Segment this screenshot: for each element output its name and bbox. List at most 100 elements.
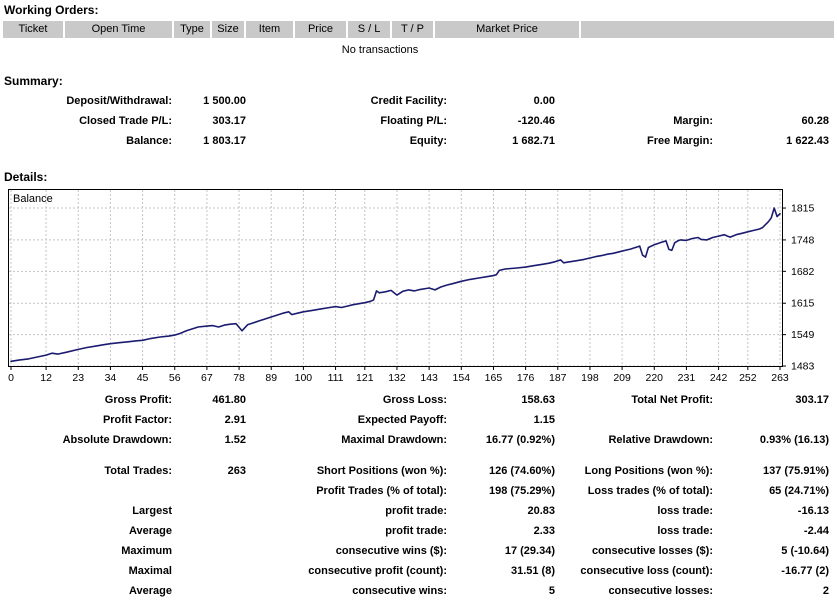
- stat-value: 137 (75.91%): [762, 465, 829, 477]
- stat-value: 2.91: [224, 414, 246, 426]
- x-axis-tick-label: 209: [613, 372, 631, 384]
- x-axis-tick-label: 220: [646, 372, 664, 384]
- stat-value: 5: [548, 585, 555, 597]
- stat-label: [555, 91, 713, 111]
- stat-value: -16.13: [797, 505, 829, 517]
- stat-label: consecutive wins ($):: [335, 545, 447, 557]
- x-axis-tick-label: 111: [328, 372, 344, 384]
- stat-value: -16.77 (2): [781, 565, 829, 577]
- stats-row: Deposit/Withdrawal: 1 500.00 Credit Facili…: [0, 91, 837, 111]
- stat-value: 31.51 (8): [510, 565, 555, 577]
- stat-value: [172, 581, 246, 601]
- stat-label: Loss trades (% of total):: [587, 485, 713, 497]
- stat-label: Gross Profit:: [104, 394, 172, 406]
- stats-row: Closed Trade P/L: 303.17 Floating P/L: -120…: [0, 111, 837, 131]
- stat-label: Deposit/Withdrawal:: [66, 95, 172, 107]
- stat-value: 461.80: [212, 394, 246, 406]
- stat-label: Expected Payoff:: [357, 414, 447, 426]
- column-header-size: Size: [212, 21, 244, 38]
- stat-label: Balance:: [126, 135, 172, 147]
- stat-label: loss trade:: [657, 505, 713, 517]
- x-axis-tick-label: 56: [169, 372, 181, 384]
- x-axis-tick-label: 89: [265, 372, 277, 384]
- stat-value: 126 (74.60%): [488, 465, 555, 477]
- stat-label: Short Positions (won %):: [316, 465, 447, 477]
- stat-label: Closed Trade P/L:: [79, 115, 172, 127]
- stat-value: 5 (-10.64): [781, 545, 829, 557]
- x-axis-tick-label: 176: [517, 372, 535, 384]
- x-axis-tick-label: 143: [420, 372, 438, 384]
- stat-label: Largest: [132, 505, 172, 517]
- stat-value: [172, 561, 246, 581]
- stat-label: consecutive losses:: [608, 585, 713, 597]
- stats-row: Maximal consecutive profit (count): 31.51 …: [0, 561, 837, 581]
- stats-row: Average consecutive wins: 5 consecutive los…: [0, 581, 837, 601]
- details-rows: Gross Profit: 461.80 Gross Loss: 158.63 Tota…: [0, 390, 837, 601]
- chart-legend-label: Balance: [13, 193, 53, 205]
- stat-value: 20.83: [527, 505, 555, 517]
- working-orders-header-row: Ticket Open Time Type Size Item Price S / LT /…: [3, 21, 834, 38]
- stat-label: Average: [128, 585, 172, 597]
- stat-label: loss trade:: [657, 525, 713, 537]
- stat-value: [172, 541, 246, 561]
- y-axis-tick-label: 1815: [791, 203, 815, 215]
- x-axis-tick-label: 231: [678, 372, 696, 384]
- x-axis-tick-label: 242: [710, 372, 728, 384]
- stat-value: 1 622.43: [786, 135, 829, 147]
- stat-value: 1 682.71: [512, 135, 555, 147]
- column-header-price: Price: [295, 21, 346, 38]
- x-axis-tick-label: 263: [771, 372, 789, 384]
- stats-row: Balance: 1 803.17 Equity: 1 682.71 Free Marg…: [0, 131, 837, 151]
- stat-label: Absolute Drawdown:: [62, 434, 172, 446]
- stat-value: 1.15: [533, 414, 555, 426]
- stat-value: 17 (29.34): [504, 545, 555, 557]
- x-axis-tick-label: 34: [105, 372, 117, 384]
- column-header-blank: [581, 21, 834, 38]
- column-header-ticket: Ticket: [3, 21, 63, 38]
- stat-label: Long Positions (won %):: [584, 465, 713, 477]
- stat-label: Margin:: [673, 115, 713, 127]
- stat-value: [713, 410, 829, 430]
- x-axis-tick-label: 45: [137, 372, 149, 384]
- stat-label: profit trade:: [385, 525, 447, 537]
- stats-row: Average profit trade: 2.33 loss trade: -2.44: [0, 521, 837, 541]
- balance-chart-svg: 0 12 23 34 45 56 67 78 89 100 111 121 132 143 154 165 17…: [8, 189, 815, 384]
- stat-value: 0.93% (16.13): [759, 434, 829, 446]
- stat-label: Floating P/L:: [380, 115, 447, 127]
- x-axis-tick-label: 154: [453, 372, 471, 384]
- stat-label: Average: [128, 525, 172, 537]
- x-axis-tick-label: 78: [233, 372, 245, 384]
- stats-row: Profit Factor: 2.91 Expected Payoff: 1.15: [0, 410, 837, 430]
- stat-value: 65 (24.71%): [769, 485, 829, 497]
- stat-label: Total Net Profit:: [631, 394, 713, 406]
- stat-label: Credit Facility:: [370, 95, 447, 107]
- x-axis-tick-label: 0: [8, 372, 14, 384]
- stat-label: Gross Loss:: [382, 394, 447, 406]
- column-header-type: Type: [174, 21, 210, 38]
- x-axis-tick-label: 12: [40, 372, 52, 384]
- stat-label: Total Trades:: [104, 465, 172, 477]
- x-axis-tick-label: 121: [356, 372, 374, 384]
- balance-chart: 0 12 23 34 45 56 67 78 89 100 111 121 132 143 154 165 17…: [8, 189, 837, 388]
- stat-label: [0, 481, 172, 501]
- stat-label: Maximal Drawdown:: [341, 434, 447, 446]
- account-statement-page: { "working_orders": { "title": "Working …: [0, 0, 837, 597]
- stats-row: Maximum consecutive wins ($): 17 (29.34) co…: [0, 541, 837, 561]
- x-axis-tick-label: 23: [72, 372, 84, 384]
- balance-line: [10, 207, 781, 363]
- stat-label: [555, 410, 713, 430]
- y-axis-tick-label: 1615: [791, 298, 815, 310]
- stat-label: consecutive profit (count):: [308, 565, 447, 577]
- summary-rows: Deposit/Withdrawal: 1 500.00 Credit Facili…: [0, 91, 837, 151]
- y-axis-tick-label: 1682: [791, 266, 815, 278]
- y-axis-tick-label: 1483: [791, 361, 815, 373]
- stat-label: consecutive loss (count):: [580, 565, 713, 577]
- stat-label: Profit Factor:: [102, 414, 172, 426]
- stat-value: 303.17: [795, 394, 829, 406]
- stat-label: profit trade:: [385, 505, 447, 517]
- stat-value: [713, 91, 829, 111]
- stat-label: Free Margin:: [646, 135, 713, 147]
- y-axis-tick-label: 1748: [791, 234, 815, 246]
- stat-value: 263: [227, 465, 246, 477]
- column-header-s-l: S / L: [348, 21, 390, 38]
